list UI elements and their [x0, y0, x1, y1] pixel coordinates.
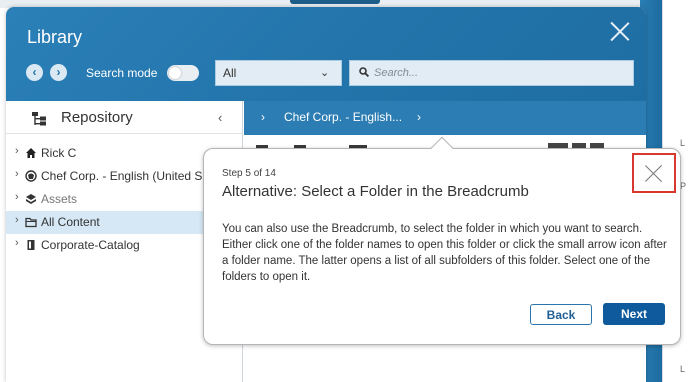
search-mode-label: Search mode	[86, 66, 158, 80]
expand-arrow-icon[interactable]: ›	[15, 191, 19, 203]
chevron-down-icon: ⌄	[320, 67, 330, 79]
search-scope-value: All	[223, 66, 237, 80]
breadcrumb: › Chef Corp. - English... ›	[244, 101, 646, 135]
forward-arrow-icon[interactable]: ›	[50, 64, 67, 81]
tree-item-label: Corporate-Catalog	[41, 238, 140, 252]
search-box[interactable]	[349, 60, 634, 86]
asset-icon	[26, 194, 36, 204]
expand-arrow-icon[interactable]: ›	[15, 237, 19, 249]
site-icon	[25, 170, 37, 182]
background-tab-indicator	[290, 0, 380, 4]
expand-arrow-icon[interactable]: ›	[15, 168, 19, 180]
folder-icon	[25, 217, 37, 228]
close-icon[interactable]	[609, 20, 631, 42]
toggle-knob	[169, 67, 181, 79]
expand-arrow-icon[interactable]: ›	[15, 145, 19, 157]
tree-item-label: All Content	[41, 215, 100, 229]
tour-title: Alternative: Select a Folder in the Brea…	[222, 183, 529, 200]
library-title: Library	[27, 27, 83, 47]
repository-tree-icon	[32, 112, 46, 126]
collapse-pane-icon[interactable]: ‹	[218, 110, 222, 125]
search-mode-toggle[interactable]	[167, 65, 199, 81]
expand-arrow-icon[interactable]: ›	[15, 214, 19, 226]
tree-item-label: Assets	[41, 192, 78, 206]
library-header: Library ‹ › Search mode All ⌄	[6, 7, 646, 101]
tour-body-text: You can also use the Breadcrumb, to sele…	[222, 223, 667, 283]
tour-step-counter: Step 5 of 14	[222, 168, 276, 179]
repository-header: Repository ‹	[6, 101, 243, 134]
background-label: L	[680, 364, 686, 374]
tour-close-icon[interactable]	[632, 153, 676, 193]
search-icon	[359, 67, 369, 77]
tree-item-label: Rick C	[41, 146, 77, 160]
back-arrow-icon[interactable]: ‹	[26, 64, 43, 81]
background-label: L	[680, 138, 686, 148]
next-button[interactable]: Next	[603, 303, 665, 325]
tour-popup: Step 5 of 14 Alternative: Select a Folde…	[203, 136, 681, 345]
back-button[interactable]: Back	[530, 304, 592, 325]
tree-item-label: Chef Corp. - English (United S	[41, 169, 203, 183]
repository-title: Repository	[61, 109, 133, 126]
search-scope-select[interactable]: All ⌄	[215, 60, 342, 86]
home-icon	[26, 148, 36, 158]
catalog-icon	[27, 240, 35, 250]
breadcrumb-arrow-icon[interactable]: ›	[417, 110, 421, 124]
breadcrumb-folder[interactable]: Chef Corp. - English...	[284, 110, 402, 124]
search-input[interactable]	[374, 65, 624, 81]
breadcrumb-arrow-icon[interactable]: ›	[261, 110, 265, 124]
